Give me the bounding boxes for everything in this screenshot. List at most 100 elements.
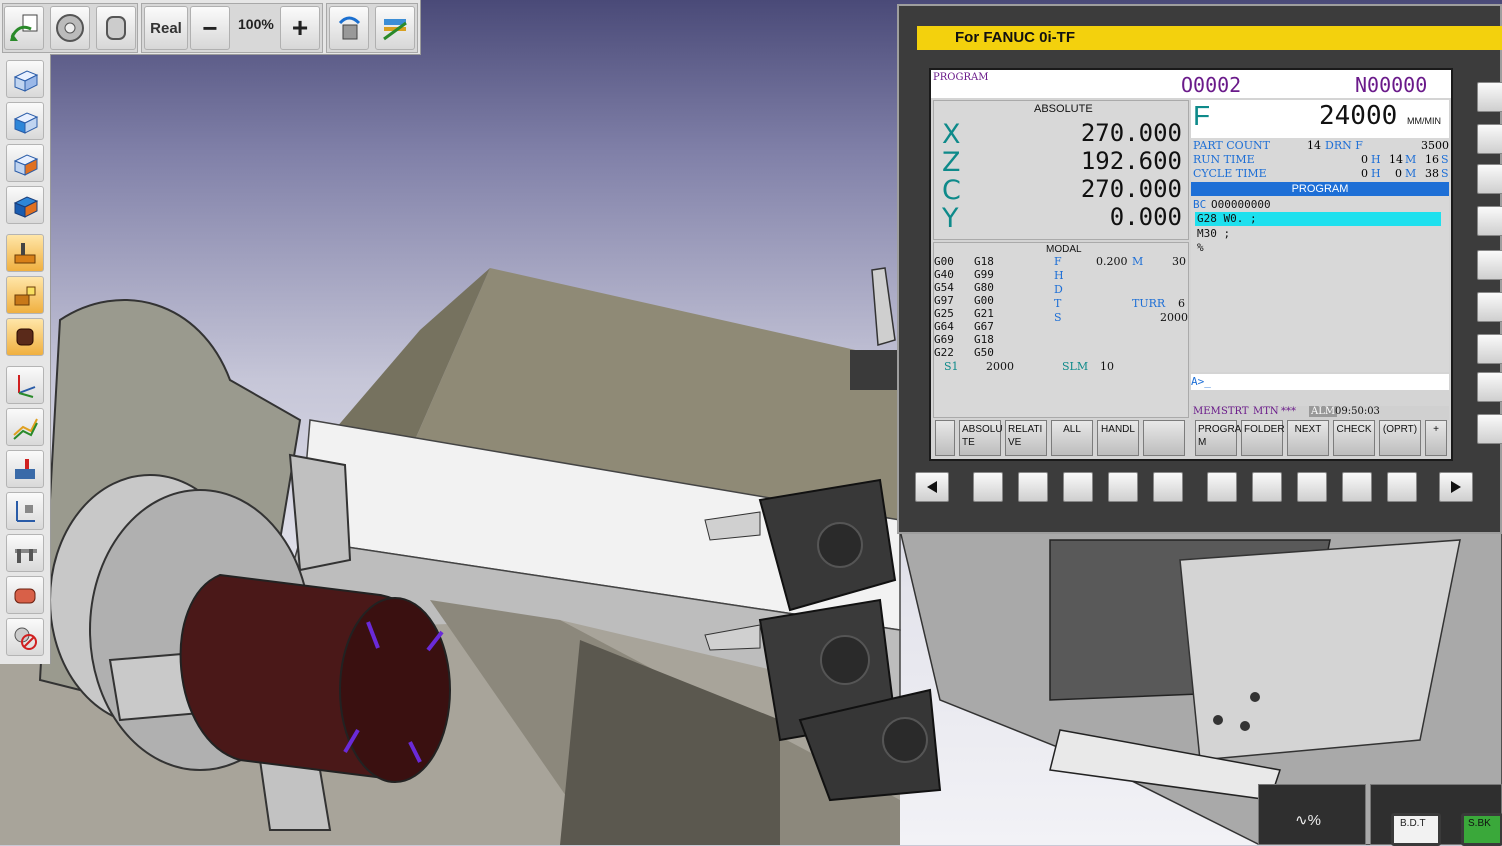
input-line[interactable]: A>_ (1191, 374, 1449, 390)
slm-value: 10 (1100, 360, 1114, 373)
turret-bolt (817, 522, 863, 568)
status-clock: 09:50:03 (1335, 406, 1380, 417)
side-key[interactable] (1477, 292, 1502, 322)
open-program-button[interactable] (4, 6, 44, 50)
axis-row-x: X 270.000 (942, 119, 1182, 150)
softkey-blank[interactable] (1143, 420, 1185, 456)
modal-letter: H (1054, 269, 1064, 282)
coordinate-system-button[interactable] (6, 366, 44, 404)
side-key[interactable] (1477, 124, 1502, 154)
stock-button[interactable] (96, 6, 136, 50)
nav-key[interactable] (1108, 472, 1138, 502)
cycle-time-hours: 0 (1361, 167, 1368, 180)
status-run: STRT (1221, 406, 1249, 417)
nav-key[interactable] (1018, 472, 1048, 502)
axis-value: 270.000 (1080, 175, 1182, 203)
feed-letter: F (1193, 100, 1211, 131)
nav-key[interactable] (1297, 472, 1327, 502)
nav-key[interactable] (1063, 472, 1093, 502)
axis-value: 0.000 (1109, 203, 1182, 231)
softkey-handle[interactable]: HANDL (1097, 420, 1139, 456)
cnc-screen: PROGRAM O0002 N00000 ABSOLUTE X 270.000 … (929, 68, 1453, 461)
feed-override-label: ∿% (1295, 812, 1321, 829)
modal-code: G00 (934, 255, 954, 268)
modal-code: G00 (974, 294, 994, 307)
bolt (1250, 692, 1260, 702)
zoom-out-button[interactable]: − (190, 6, 230, 50)
softkey-folder[interactable]: FOLDER (1241, 420, 1285, 456)
screen-header: PROGRAM O0002 N00000 (931, 70, 1451, 98)
turret-bolt (882, 717, 928, 763)
material-button[interactable] (6, 576, 44, 614)
status-alarm: ALM (1309, 406, 1338, 417)
nav-key[interactable] (1252, 472, 1282, 502)
bdt-button[interactable]: B.D.T (1391, 813, 1441, 846)
status-motion: MTN (1253, 406, 1279, 417)
absolute-position-box: ABSOLUTE X 270.000 Z 192.600 C 270.000 Y… (933, 100, 1189, 240)
visibility-button[interactable] (6, 618, 44, 656)
tool-table-icon (383, 19, 407, 41)
machine-setup-icon (14, 243, 36, 264)
softkey-operation[interactable]: (OPRT) (1379, 420, 1421, 456)
modal-letter: D (1054, 283, 1063, 296)
program-header: PROGRAM (1191, 182, 1449, 196)
softkey-check[interactable]: CHECK (1333, 420, 1375, 456)
modal-code: G40 (934, 268, 954, 281)
nav-key[interactable] (1387, 472, 1417, 502)
tool-table-side-button[interactable] (6, 450, 44, 488)
side-key[interactable] (1477, 414, 1502, 444)
view-front-icon (13, 112, 39, 134)
program-line-prefix: BC (1193, 198, 1207, 211)
axis-letter: Z (942, 147, 961, 178)
drn-value: 3500 (1421, 139, 1449, 152)
softkey-all[interactable]: ALL (1051, 420, 1093, 456)
view-front-button[interactable] (6, 102, 44, 140)
side-key[interactable] (1477, 206, 1502, 236)
softkey-left-arrow[interactable] (935, 420, 955, 456)
run-time-hours: 0 (1361, 153, 1368, 166)
tool-table-button[interactable] (375, 6, 415, 50)
side-key[interactable] (1477, 82, 1502, 112)
feedrate-display: F 24000 MM/MIN (1191, 100, 1449, 138)
chuck-icon (56, 14, 84, 42)
nav-key[interactable] (1342, 472, 1372, 502)
measure-button[interactable] (6, 492, 44, 530)
chuck-button[interactable] (50, 6, 90, 50)
page-right-button[interactable] (1439, 472, 1473, 502)
tool-change-button[interactable] (329, 6, 369, 50)
material-icon (14, 588, 36, 604)
view-top-button[interactable] (6, 186, 44, 224)
view-iso-button[interactable] (6, 60, 44, 98)
sbk-button[interactable]: S.BK (1461, 813, 1502, 846)
modal-code: G54 (934, 281, 954, 294)
softkey-next[interactable]: NEXT (1287, 420, 1329, 456)
nav-key[interactable] (1153, 472, 1183, 502)
view-side-button[interactable] (6, 144, 44, 182)
view-mode-button[interactable]: Real (144, 6, 188, 50)
cycle-time-label: CYCLE TIME (1193, 167, 1267, 180)
program-line: O00000000 (1211, 198, 1271, 211)
toolpath-button[interactable] (6, 408, 44, 446)
side-key[interactable] (1477, 334, 1502, 364)
side-key[interactable] (1477, 250, 1502, 280)
softkey-absolute[interactable]: ABSOLU TE (959, 420, 1003, 456)
softkey-plus[interactable]: + (1425, 420, 1447, 456)
modal-m-value: 30 (1172, 255, 1186, 268)
axis-letter: C (942, 175, 961, 206)
stock-setup-button[interactable] (6, 318, 44, 356)
nav-key[interactable] (1207, 472, 1237, 502)
softkey-relative[interactable]: RELATI VE (1005, 420, 1047, 456)
zoom-in-button[interactable]: + (280, 6, 320, 50)
softkey-program[interactable]: PROGRA M (1195, 420, 1241, 456)
page-left-button[interactable] (915, 472, 949, 502)
side-key[interactable] (1477, 372, 1502, 402)
workpiece-button[interactable] (6, 276, 44, 314)
triangle-right-icon (1451, 481, 1461, 493)
brand-title: For FANUC 0i-TF (955, 29, 1075, 46)
caliper-button[interactable] (6, 534, 44, 572)
machine-setup-button[interactable] (6, 234, 44, 272)
side-key[interactable] (1477, 164, 1502, 194)
program-cursor-line: G28 W0. ; (1195, 212, 1441, 226)
modal-code: G18 (974, 333, 994, 346)
nav-key[interactable] (973, 472, 1003, 502)
